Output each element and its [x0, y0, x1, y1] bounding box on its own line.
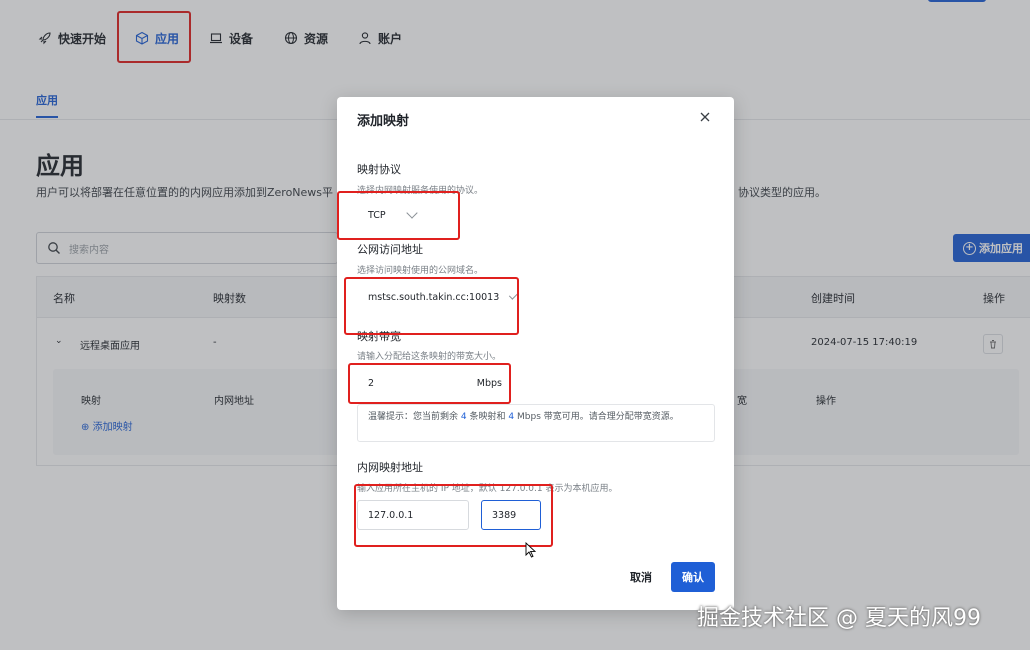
highlight-protocol — [337, 191, 460, 240]
watermark: 掘金技术社区 @ 夏天的风99 — [697, 606, 981, 631]
tip-text-2: 条映射和 — [469, 412, 506, 422]
highlight-internal-address — [354, 484, 553, 547]
cancel-button[interactable]: 取消 — [621, 563, 661, 591]
public-address-label: 公网访问地址 — [357, 243, 423, 256]
public-address-hint: 选择访问映射使用的公网域名。 — [357, 266, 484, 276]
tip-remaining-mappings: 4 — [460, 412, 467, 422]
close-icon[interactable] — [697, 109, 713, 125]
tip-remaining-bandwidth: 4 — [508, 412, 515, 422]
internal-address-label: 内网映射地址 — [357, 461, 423, 474]
bandwidth-hint: 请输入分配给这条映射的带宽大小。 — [357, 352, 502, 362]
mouse-cursor-icon — [525, 542, 537, 558]
tip-text-3: Mbps 带宽可用。请合理分配带宽资源。 — [517, 412, 679, 422]
highlight-bandwidth — [348, 363, 511, 404]
protocol-label: 映射协议 — [357, 163, 401, 176]
bandwidth-tip: 温馨提示：您当前剩余 4 条映射和 4 Mbps 带宽可用。请合理分配带宽资源。 — [357, 404, 715, 442]
tip-text-1: 温馨提示：您当前剩余 — [368, 412, 459, 422]
highlight-public-address — [344, 277, 519, 335]
dialog-title: 添加映射 — [357, 114, 410, 129]
confirm-button[interactable]: 确认 — [671, 562, 715, 592]
